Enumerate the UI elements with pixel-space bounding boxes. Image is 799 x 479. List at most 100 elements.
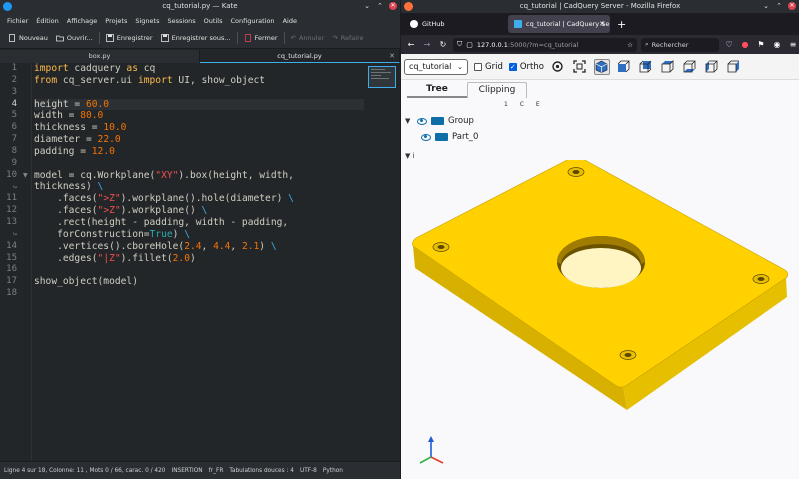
maximize-icon[interactable]: ⌃	[376, 2, 384, 10]
tab-box-py[interactable]: box.py	[0, 50, 200, 63]
close-tab-icon[interactable]: ✕	[389, 50, 395, 62]
firefox-titlebar: cq_tutorial | CadQuery Server - Mozilla …	[401, 0, 799, 13]
tab-clipping[interactable]: Clipping	[467, 82, 527, 98]
open-button[interactable]: Ouvrir...	[52, 34, 97, 42]
ortho-checkbox[interactable]: ✓ Ortho	[508, 62, 544, 72]
model-select[interactable]: cq_tutorial ⌄	[404, 58, 468, 75]
back-view-button[interactable]	[638, 59, 654, 75]
fit-view-button[interactable]	[572, 59, 588, 75]
minimize-icon[interactable]: ⌄	[363, 2, 371, 10]
menu-outils[interactable]: Outils	[200, 17, 227, 25]
maximize-icon[interactable]: ⌃	[775, 2, 783, 10]
iso-view-button[interactable]	[593, 58, 610, 75]
back-cube-icon	[640, 60, 652, 73]
save-as-icon	[160, 34, 169, 42]
undo-button[interactable]: ↶ Annuler	[287, 34, 329, 42]
extensions-icon[interactable]: ⚑	[755, 40, 767, 49]
code-line: .faces(">Z").workplane() \	[34, 205, 208, 217]
tab-tree[interactable]: Tree	[407, 82, 467, 98]
url-path: :5000/?m=cq_tutorial	[507, 40, 579, 49]
tab-cadquery-server[interactable]: cq_tutorial | CadQuery Ser ✕	[508, 15, 610, 33]
save-button[interactable]: Enregistrer	[102, 34, 157, 42]
left-view-button[interactable]	[704, 59, 720, 75]
reset-view-button[interactable]	[550, 59, 566, 75]
save-as-button[interactable]: Enregistrer sous...	[157, 34, 235, 42]
menu-edition[interactable]: Édition	[32, 17, 63, 25]
tab-clipping-label: Clipping	[478, 85, 516, 95]
ublock-icon[interactable]: ●	[739, 40, 751, 49]
top-view-button[interactable]	[660, 59, 676, 75]
front-view-button[interactable]	[616, 59, 632, 75]
info-toggle[interactable]: ▼ i	[405, 152, 415, 160]
grid-checkbox[interactable]: Grid	[474, 62, 503, 72]
new-tab-button[interactable]: +	[612, 18, 631, 31]
account-icon[interactable]: ◉	[771, 40, 783, 49]
visibility-eye-icon[interactable]	[421, 133, 431, 141]
tree-row-part[interactable]: Part_0	[405, 129, 605, 145]
expand-triangle-icon[interactable]: ▼	[405, 117, 413, 125]
right-view-button[interactable]	[726, 59, 742, 75]
status-syntax[interactable]: Python	[323, 468, 343, 474]
bottom-view-button[interactable]	[682, 59, 698, 75]
new-button-label: Nouveau	[19, 34, 48, 42]
editor-scrollbar[interactable]	[397, 63, 400, 461]
status-position[interactable]: Ligne 4 sur 18, Colonne: 11 , Mots 0 / 6…	[4, 468, 166, 474]
code-text[interactable]: import cadquery as cq from cq_server.ui …	[34, 63, 364, 300]
url-host: 127.0.0.1	[476, 40, 508, 49]
3d-viewport[interactable]	[401, 156, 799, 479]
visibility-eye-icon[interactable]	[417, 117, 427, 125]
object-tree: ▼ Group Part_0	[405, 113, 605, 145]
menu-icon[interactable]: ≡	[787, 40, 799, 49]
new-button[interactable]: Nouveau	[4, 34, 52, 42]
bookmark-star-icon[interactable]: ☆	[627, 41, 633, 49]
close-file-button[interactable]: Fermer	[240, 34, 282, 42]
shield-icon: ⛉	[457, 40, 463, 48]
3d-model-render[interactable]	[401, 156, 799, 479]
undo-icon: ↶	[290, 34, 296, 42]
cbore-hole-bottom	[619, 350, 637, 360]
lock-icon: ▢	[466, 40, 473, 49]
search-box[interactable]: ⌕ Rechercher	[641, 37, 719, 52]
menu-signets[interactable]: Signets	[131, 17, 163, 25]
tab-label: cq_tutorial | CadQuery Ser	[526, 20, 610, 28]
url-bar[interactable]: ⛉ ▢ 127.0.0.1:5000/?m=cq_tutorial ☆	[453, 37, 637, 52]
code-line: import cadquery as cq	[34, 63, 156, 74]
grid-checkbox-box[interactable]	[474, 62, 482, 71]
minimap[interactable]	[368, 66, 396, 88]
tab-cq-tutorial-py[interactable]: cq_tutorial.py ✕	[200, 50, 400, 63]
fold-arrow-icon[interactable]: ▼	[23, 172, 28, 179]
code-editor[interactable]: 1 2 3 4 5 6 7 8 9 10 ▼ ↪ 11 12 13 ↪ 14 15 16 17 18 import ca…	[0, 63, 400, 461]
status-mode[interactable]: INSERTION	[172, 468, 203, 474]
menu-affichage[interactable]: Affichage	[63, 17, 102, 25]
menu-aide[interactable]: Aide	[279, 17, 301, 25]
pocket-icon[interactable]: ♡	[723, 40, 735, 49]
menu-configuration[interactable]: Configuration	[226, 17, 278, 25]
status-language[interactable]: fr_FR	[209, 468, 224, 474]
menu-projets[interactable]: Projets	[101, 17, 131, 25]
close-window-icon[interactable]: ✕	[389, 2, 397, 10]
close-window-icon[interactable]: ✕	[788, 2, 796, 10]
status-tabs[interactable]: Tabulations douces : 4	[229, 468, 294, 474]
status-encoding[interactable]: UTF-8	[300, 468, 317, 474]
shape-visibility-icon[interactable]	[431, 117, 444, 125]
minimize-icon[interactable]: ⌄	[762, 2, 770, 10]
tab-label: GitHub	[422, 20, 445, 28]
reload-icon[interactable]: ↻	[437, 40, 449, 49]
grid-checkbox-label: Grid	[485, 61, 503, 72]
line-number: 14	[6, 240, 17, 251]
tab-github[interactable]: GitHub	[404, 15, 506, 33]
tree-row-group[interactable]: ▼ Group	[405, 113, 605, 129]
back-arrow-icon[interactable]: ←	[405, 40, 417, 49]
forward-arrow-icon[interactable]: →	[421, 40, 433, 49]
firefox-app-icon	[404, 2, 413, 11]
menu-fichier[interactable]: Fichier	[3, 17, 32, 25]
shape-visibility-icon[interactable]	[435, 133, 448, 141]
save-button-label: Enregistrer	[116, 34, 153, 42]
menu-sessions[interactable]: Sessions	[163, 17, 199, 25]
code-line: forConstruction=True) \	[34, 228, 190, 240]
ortho-checkbox-box[interactable]: ✓	[508, 62, 517, 71]
close-tab-icon[interactable]: ✕	[599, 20, 605, 28]
redo-button[interactable]: ↷ Refaire	[328, 34, 367, 42]
